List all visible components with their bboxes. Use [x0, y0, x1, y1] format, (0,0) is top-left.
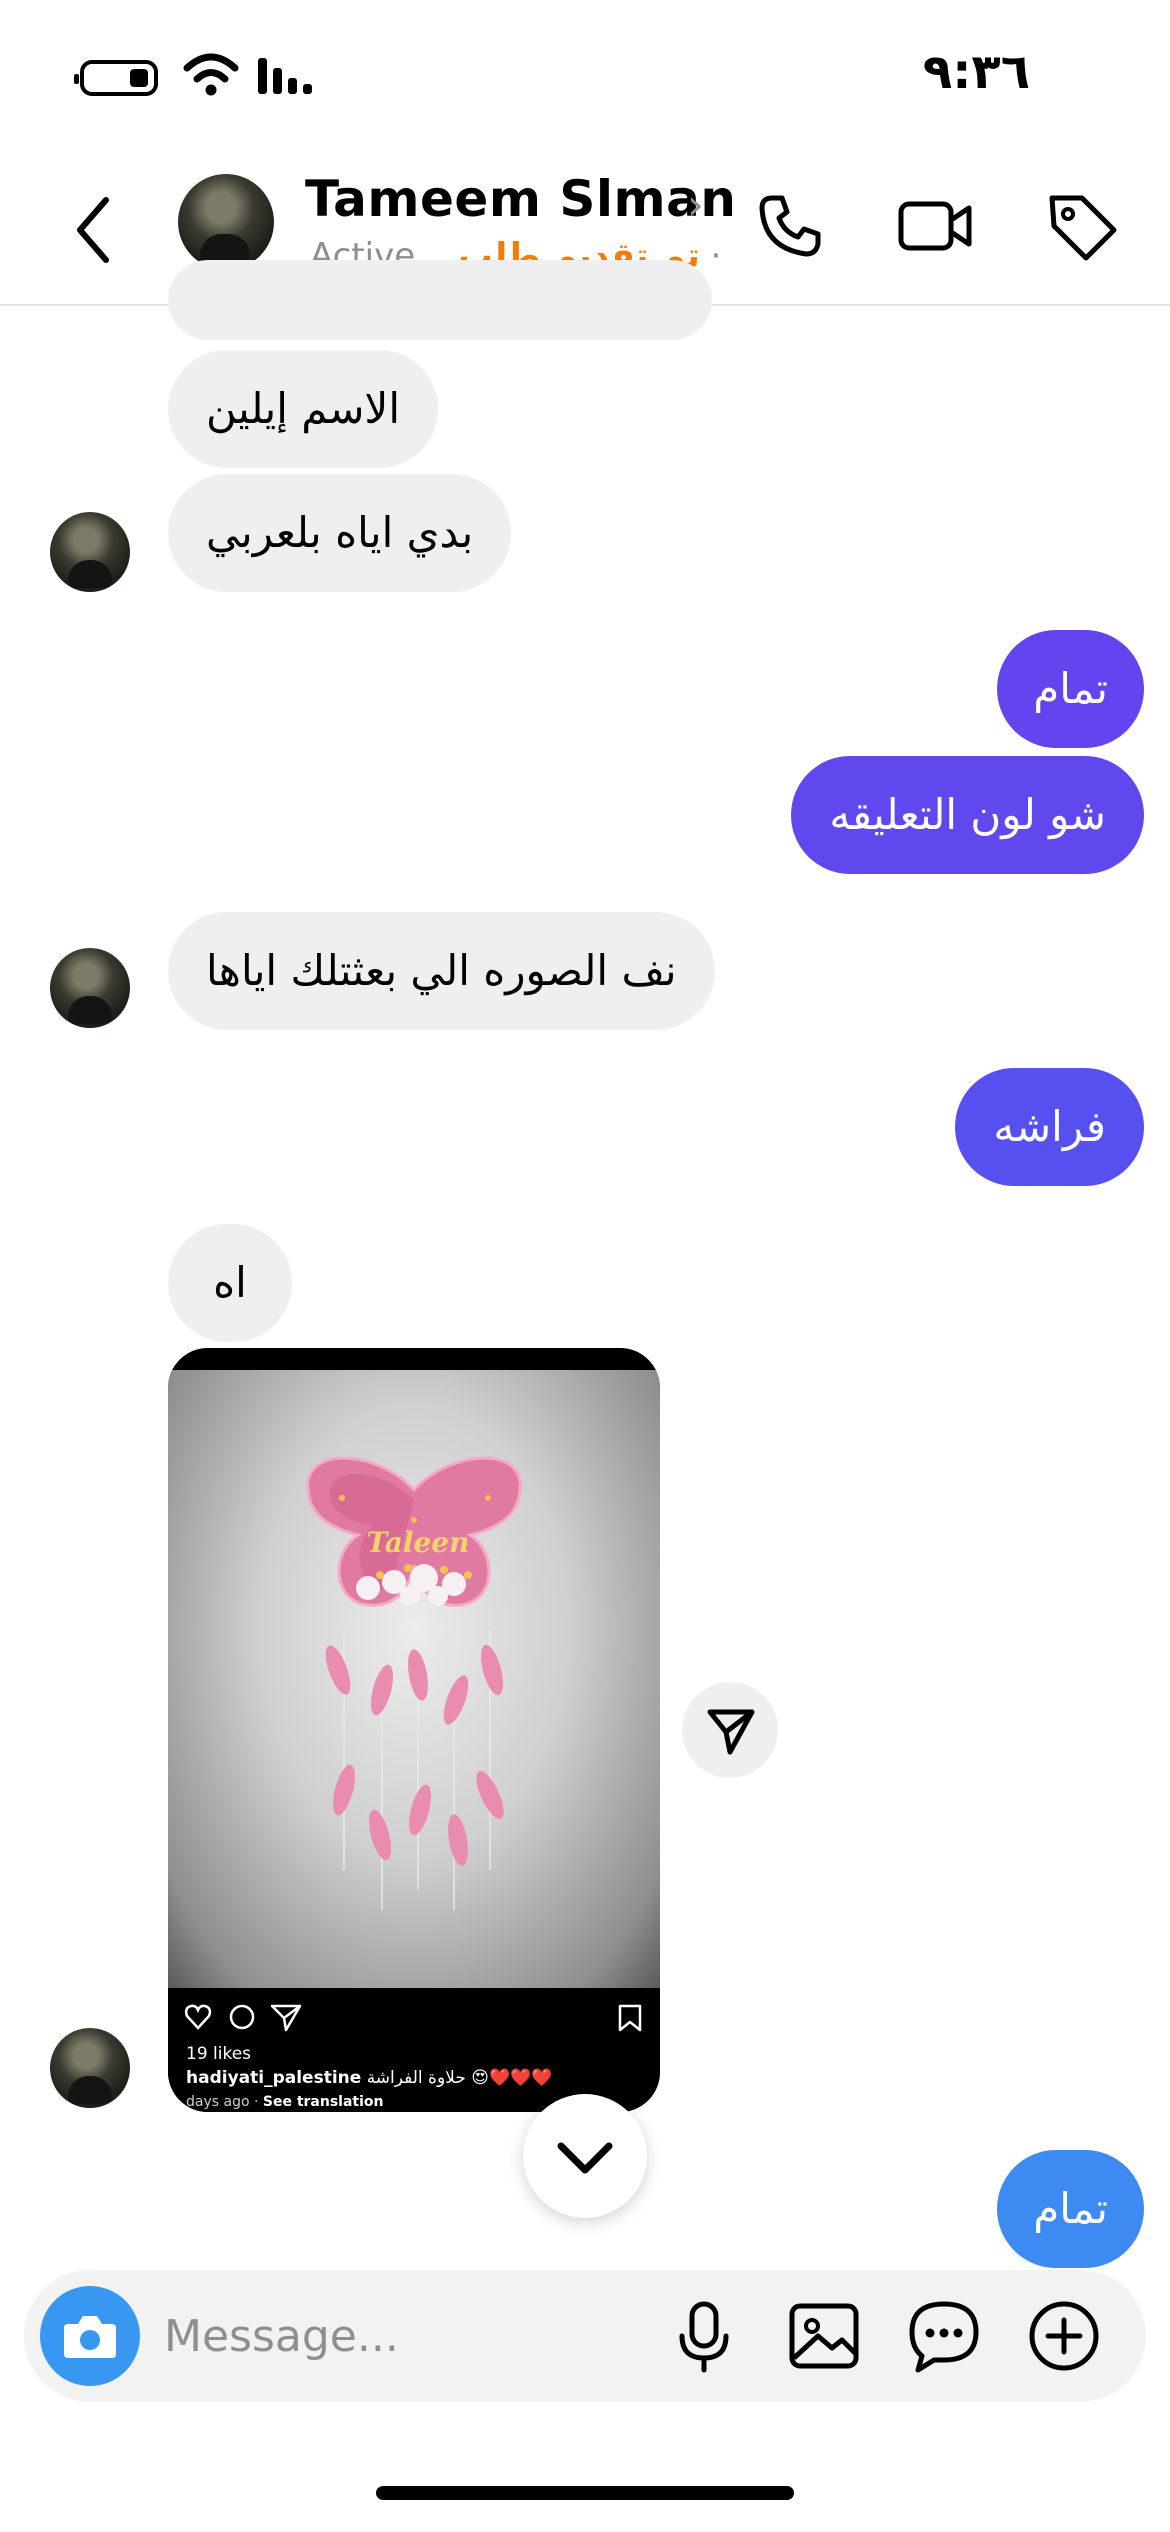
post-caption-text: حلاوة الفراشة 😍❤️❤️❤️ — [366, 2068, 553, 2088]
message-composer — [24, 2270, 1146, 2402]
message-bubble-incoming[interactable]: اه — [168, 1224, 292, 1342]
camera-button[interactable] — [40, 2286, 140, 2386]
microphone-icon[interactable] — [664, 2296, 744, 2376]
sender-avatar[interactable] — [50, 948, 130, 1028]
post-image-name: Taleen — [367, 1526, 470, 1559]
battery-icon — [74, 60, 158, 96]
sticker-chat-icon[interactable] — [904, 2296, 984, 2376]
tag-icon[interactable] — [1042, 186, 1122, 266]
post-time-ago: days ago — [186, 2094, 250, 2110]
subtitle-separator: · — [710, 236, 722, 276]
post-meta: days ago · See translation — [186, 2094, 384, 2110]
gallery-icon[interactable] — [784, 2296, 864, 2376]
plus-icon[interactable] — [1024, 2296, 1104, 2376]
post-topbar — [168, 1348, 660, 1370]
message-bubble-incoming[interactable]: بدي اياه بلعربي — [168, 474, 512, 592]
status-time: ٩:٣٦ — [922, 44, 1030, 100]
sender-avatar[interactable] — [50, 2028, 130, 2108]
share-post-button[interactable] — [682, 1682, 778, 1778]
contact-avatar[interactable] — [178, 174, 274, 270]
signal-icon — [258, 58, 312, 94]
post-username[interactable]: hadiyati_palestine — [186, 2068, 361, 2088]
message-bubble-outgoing[interactable]: تمام — [997, 2150, 1144, 2268]
wifi-icon — [183, 53, 239, 96]
post-caption: hadiyati_palestine حلاوة الفراشة 😍❤️❤️❤️ — [186, 2068, 552, 2088]
heart-icon — [184, 2004, 212, 2030]
bookmark-icon — [618, 2004, 642, 2032]
message-bubble-outgoing[interactable]: تمام — [997, 630, 1144, 748]
scroll-to-bottom-button[interactable] — [523, 2094, 647, 2218]
chevron-right-icon[interactable]: › — [687, 180, 704, 229]
status-bar: ٩:٣٦ — [0, 0, 1170, 150]
butterfly-dreamcatcher-image: Taleen — [306, 1456, 522, 1910]
post-image[interactable]: Taleen — [168, 1370, 660, 1988]
post-likes: 19 likes — [186, 2044, 252, 2064]
message-bubble-partial — [168, 260, 712, 340]
contact-name[interactable]: Tameem Slman — [305, 170, 736, 228]
back-button[interactable] — [64, 190, 124, 270]
sender-avatar[interactable] — [50, 512, 130, 592]
video-call-icon[interactable] — [895, 186, 975, 266]
message-bubble-incoming[interactable]: الاسم إيلين — [168, 350, 439, 468]
message-input[interactable] — [164, 2300, 644, 2372]
phone-icon[interactable] — [750, 186, 830, 266]
comment-icon — [229, 2004, 255, 2030]
see-translation-link[interactable]: See translation — [263, 2094, 384, 2110]
post-action-icons — [184, 2004, 642, 2032]
send-icon — [270, 2004, 302, 2032]
home-indicator[interactable] — [376, 2486, 794, 2500]
message-bubble-incoming[interactable]: نف الصوره الي بعثتلك اياها — [168, 912, 715, 1030]
message-bubble-outgoing[interactable]: فراشه — [955, 1068, 1144, 1186]
shared-post-card[interactable]: Taleen 19 likes hadiyati_palestine حلاوة… — [168, 1348, 660, 2112]
message-bubble-outgoing[interactable]: شو لون التعليقه — [791, 756, 1144, 874]
